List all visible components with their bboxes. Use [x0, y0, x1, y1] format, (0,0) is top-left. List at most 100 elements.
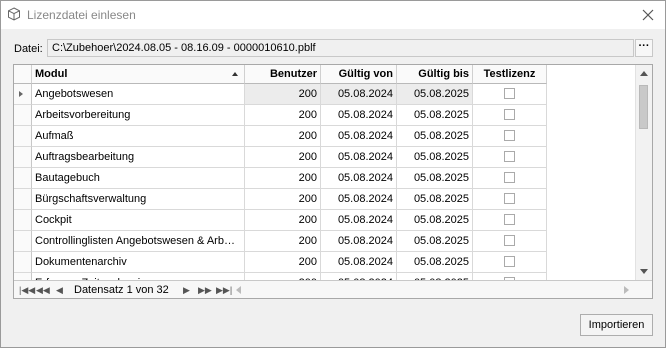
cell-gueltig-bis[interactable]: 05.08.2025	[397, 84, 473, 105]
row-indicator[interactable]	[14, 126, 32, 147]
cell-benutzer[interactable]: 200	[245, 210, 321, 231]
cell-modul[interactable]: Arbeitsvorbereitung	[32, 105, 245, 126]
cell-gueltig-von[interactable]: 05.08.2024	[321, 105, 397, 126]
previous-record-icon[interactable]: ◀	[56, 284, 63, 296]
testlizenz-checkbox[interactable]	[504, 214, 515, 225]
cell-modul[interactable]: Aufmaß	[32, 126, 245, 147]
indicator-header	[14, 65, 32, 84]
cell-gueltig-von[interactable]: 05.08.2024	[321, 210, 397, 231]
title-bar: Lizenzdatei einlesen	[1, 1, 665, 29]
table-row[interactable]: Auftragsbearbeitung 200 05.08.2024 05.08.20…	[14, 147, 635, 168]
table-row[interactable]: Bautagebuch 200 05.08.2024 05.08.2025	[14, 168, 635, 189]
testlizenz-checkbox[interactable]	[504, 235, 515, 246]
cell-modul[interactable]: Cockpit	[32, 210, 245, 231]
column-header-modul[interactable]: Modul	[32, 65, 245, 84]
row-indicator[interactable]	[14, 231, 32, 252]
table-row[interactable]: Arbeitsvorbereitung 200 05.08.2024 05.08.20…	[14, 105, 635, 126]
testlizenz-checkbox[interactable]	[504, 193, 515, 204]
cell-modul[interactable]: Auftragsbearbeitung	[32, 147, 245, 168]
row-indicator[interactable]	[14, 189, 32, 210]
row-indicator[interactable]	[14, 105, 32, 126]
table-row[interactable]: Bürgschaftsverwaltung 200 05.08.2024 05.08.…	[14, 189, 635, 210]
cell-benutzer[interactable]: 200	[245, 147, 321, 168]
testlizenz-checkbox[interactable]	[504, 151, 515, 162]
cell-testlizenz	[473, 189, 547, 210]
cell-gueltig-von[interactable]: 05.08.2024	[321, 189, 397, 210]
cell-testlizenz	[473, 168, 547, 189]
cell-gueltig-von[interactable]: 05.08.2024	[321, 252, 397, 273]
table-row[interactable]: Controllinglisten Angebotswesen & Arbei……	[14, 231, 635, 252]
cell-benutzer[interactable]: 200	[245, 168, 321, 189]
cell-gueltig-bis[interactable]: 05.08.2025	[397, 168, 473, 189]
cell-gueltig-von[interactable]: 05.08.2024	[321, 168, 397, 189]
cell-testlizenz	[473, 231, 547, 252]
scroll-thumb[interactable]	[639, 85, 648, 129]
cell-benutzer[interactable]: 200	[245, 231, 321, 252]
next-record-icon[interactable]: ▶	[183, 284, 190, 296]
row-indicator[interactable]	[14, 252, 32, 273]
table-row[interactable]: Angebotswesen 200 05.08.2024 05.08.2025	[14, 84, 635, 105]
testlizenz-checkbox[interactable]	[504, 130, 515, 141]
cell-modul[interactable]: Angebotswesen	[32, 84, 245, 105]
scroll-right-icon[interactable]	[624, 286, 629, 294]
cell-gueltig-bis[interactable]: 05.08.2025	[397, 126, 473, 147]
scroll-down-icon[interactable]	[640, 269, 648, 274]
cell-gueltig-bis[interactable]: 05.08.2025	[397, 252, 473, 273]
table-row[interactable]: Aufmaß 200 05.08.2024 05.08.2025	[14, 126, 635, 147]
cell-gueltig-bis[interactable]: 05.08.2025	[397, 105, 473, 126]
table-row[interactable]: Dokumentenarchiv 200 05.08.2024 05.08.2025	[14, 252, 635, 273]
current-row-icon	[19, 91, 23, 97]
vertical-scrollbar[interactable]	[635, 65, 652, 280]
testlizenz-checkbox[interactable]	[504, 109, 515, 120]
column-header-gueltig-bis[interactable]: Gültig bis	[397, 65, 473, 84]
row-indicator[interactable]	[14, 168, 32, 189]
cell-benutzer[interactable]: 200	[245, 126, 321, 147]
cell-benutzer[interactable]: 200	[245, 105, 321, 126]
row-indicator[interactable]	[14, 147, 32, 168]
cell-gueltig-von[interactable]: 05.08.2024	[321, 126, 397, 147]
cell-gueltig-bis[interactable]: 05.08.2025	[397, 210, 473, 231]
cell-gueltig-bis[interactable]: 05.08.2025	[397, 189, 473, 210]
last-record-icon[interactable]: ▶▶|	[216, 284, 232, 296]
cell-testlizenz	[473, 84, 547, 105]
cell-testlizenz	[473, 252, 547, 273]
package-icon	[7, 7, 21, 21]
scroll-left-icon[interactable]	[236, 286, 241, 294]
cell-modul[interactable]: Dokumentenarchiv	[32, 252, 245, 273]
table-row[interactable]: Cockpit 200 05.08.2024 05.08.2025	[14, 210, 635, 231]
row-indicator[interactable]	[14, 84, 32, 105]
previous-page-icon[interactable]: ◀◀	[36, 284, 50, 296]
file-path-field[interactable]: C:\Zubehoer\2024.08.05 - 08.16.09 - 0000…	[47, 39, 634, 57]
import-button[interactable]: Importieren	[580, 314, 653, 336]
cell-gueltig-bis[interactable]: 05.08.2025	[397, 231, 473, 252]
cell-modul[interactable]: Controllinglisten Angebotswesen & Arbei…	[32, 231, 245, 252]
cell-benutzer[interactable]: 200	[245, 252, 321, 273]
testlizenz-checkbox[interactable]	[504, 256, 515, 267]
record-navigator: |◀◀ ◀◀ ◀ Datensatz 1 von 32 ▶ ▶▶ ▶▶|	[14, 280, 652, 298]
first-record-icon[interactable]: |◀◀	[19, 284, 35, 296]
cell-gueltig-bis[interactable]: 05.08.2025	[397, 147, 473, 168]
column-header-gueltig-von[interactable]: Gültig von	[321, 65, 397, 84]
browse-button[interactable]: ···	[635, 39, 653, 57]
next-page-icon[interactable]: ▶▶	[198, 284, 212, 296]
scroll-up-icon[interactable]	[640, 71, 648, 76]
testlizenz-checkbox[interactable]	[504, 88, 515, 99]
close-icon[interactable]	[637, 5, 659, 25]
window-title: Lizenzdatei einlesen	[27, 8, 136, 22]
cell-modul[interactable]: Bautagebuch	[32, 168, 245, 189]
row-indicator[interactable]	[14, 210, 32, 231]
cell-modul[interactable]: Bürgschaftsverwaltung	[32, 189, 245, 210]
column-header-benutzer[interactable]: Benutzer	[245, 65, 321, 84]
cell-benutzer[interactable]: 200	[245, 84, 321, 105]
column-header-label: Modul	[35, 68, 68, 80]
cell-testlizenz	[473, 105, 547, 126]
cell-testlizenz	[473, 126, 547, 147]
cell-gueltig-von[interactable]: 05.08.2024	[321, 231, 397, 252]
cell-benutzer[interactable]: 200	[245, 189, 321, 210]
cell-testlizenz	[473, 210, 547, 231]
cell-gueltig-von[interactable]: 05.08.2024	[321, 84, 397, 105]
column-header-testlizenz[interactable]: Testlizenz	[473, 65, 547, 84]
cell-gueltig-von[interactable]: 05.08.2024	[321, 147, 397, 168]
file-label: Datei:	[14, 43, 43, 55]
testlizenz-checkbox[interactable]	[504, 172, 515, 183]
